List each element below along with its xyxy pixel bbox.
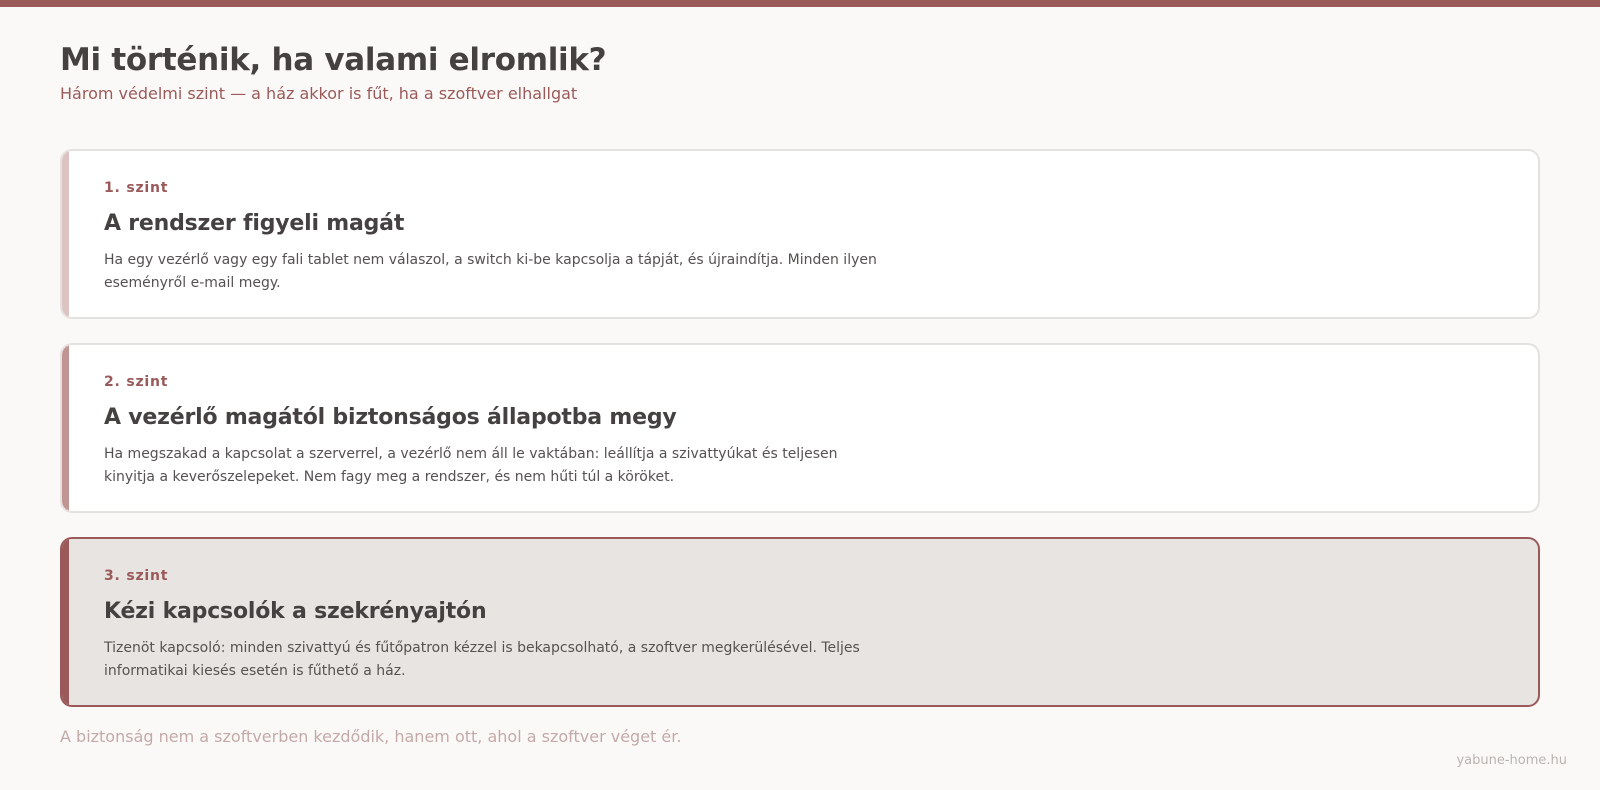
level-accent-stripe xyxy=(62,151,69,317)
top-accent-bar xyxy=(0,0,1600,7)
level-label: 3. szint xyxy=(104,568,169,584)
level-card-body: 1. szint A rendszer figyeli magát Ha egy… xyxy=(104,179,884,295)
level-card-2: 2. szint A vezérlő magától biztonságos á… xyxy=(60,343,1540,513)
level-description: Ha megszakad a kapcsolat a szerverrel, a… xyxy=(104,446,838,485)
page-title: Mi történik, ha valami elromlik? xyxy=(60,42,607,78)
level-label: 2. szint xyxy=(104,374,169,390)
site-credit: yabune-home.hu xyxy=(1456,753,1567,768)
level-accent-stripe xyxy=(62,539,69,705)
level-card-body: 3. szint Kézi kapcsolók a szekrényajtón … xyxy=(104,567,884,683)
level-accent-stripe xyxy=(62,345,69,511)
footer-note: A biztonság nem a szoftverben kezdődik, … xyxy=(60,727,682,746)
level-title: Kézi kapcsolók a szekrényajtón xyxy=(104,599,487,624)
level-description: Ha egy vezérlő vagy egy fali tablet nem … xyxy=(104,252,877,291)
level-label: 1. szint xyxy=(104,180,169,196)
level-card-body: 2. szint A vezérlő magától biztonságos á… xyxy=(104,373,884,489)
level-title: A rendszer figyeli magát xyxy=(104,211,405,236)
page-subtitle: Három védelmi szint — a ház akkor is fűt… xyxy=(60,84,578,103)
level-card-3: 3. szint Kézi kapcsolók a szekrényajtón … xyxy=(60,537,1540,707)
level-card-1: 1. szint A rendszer figyeli magát Ha egy… xyxy=(60,149,1540,319)
page-header: Mi történik, ha valami elromlik? Három v… xyxy=(60,40,607,105)
level-description: Tizenöt kapcsoló: minden szivattyú és fű… xyxy=(104,640,860,679)
level-title: A vezérlő magától biztonságos állapotba … xyxy=(104,405,677,430)
